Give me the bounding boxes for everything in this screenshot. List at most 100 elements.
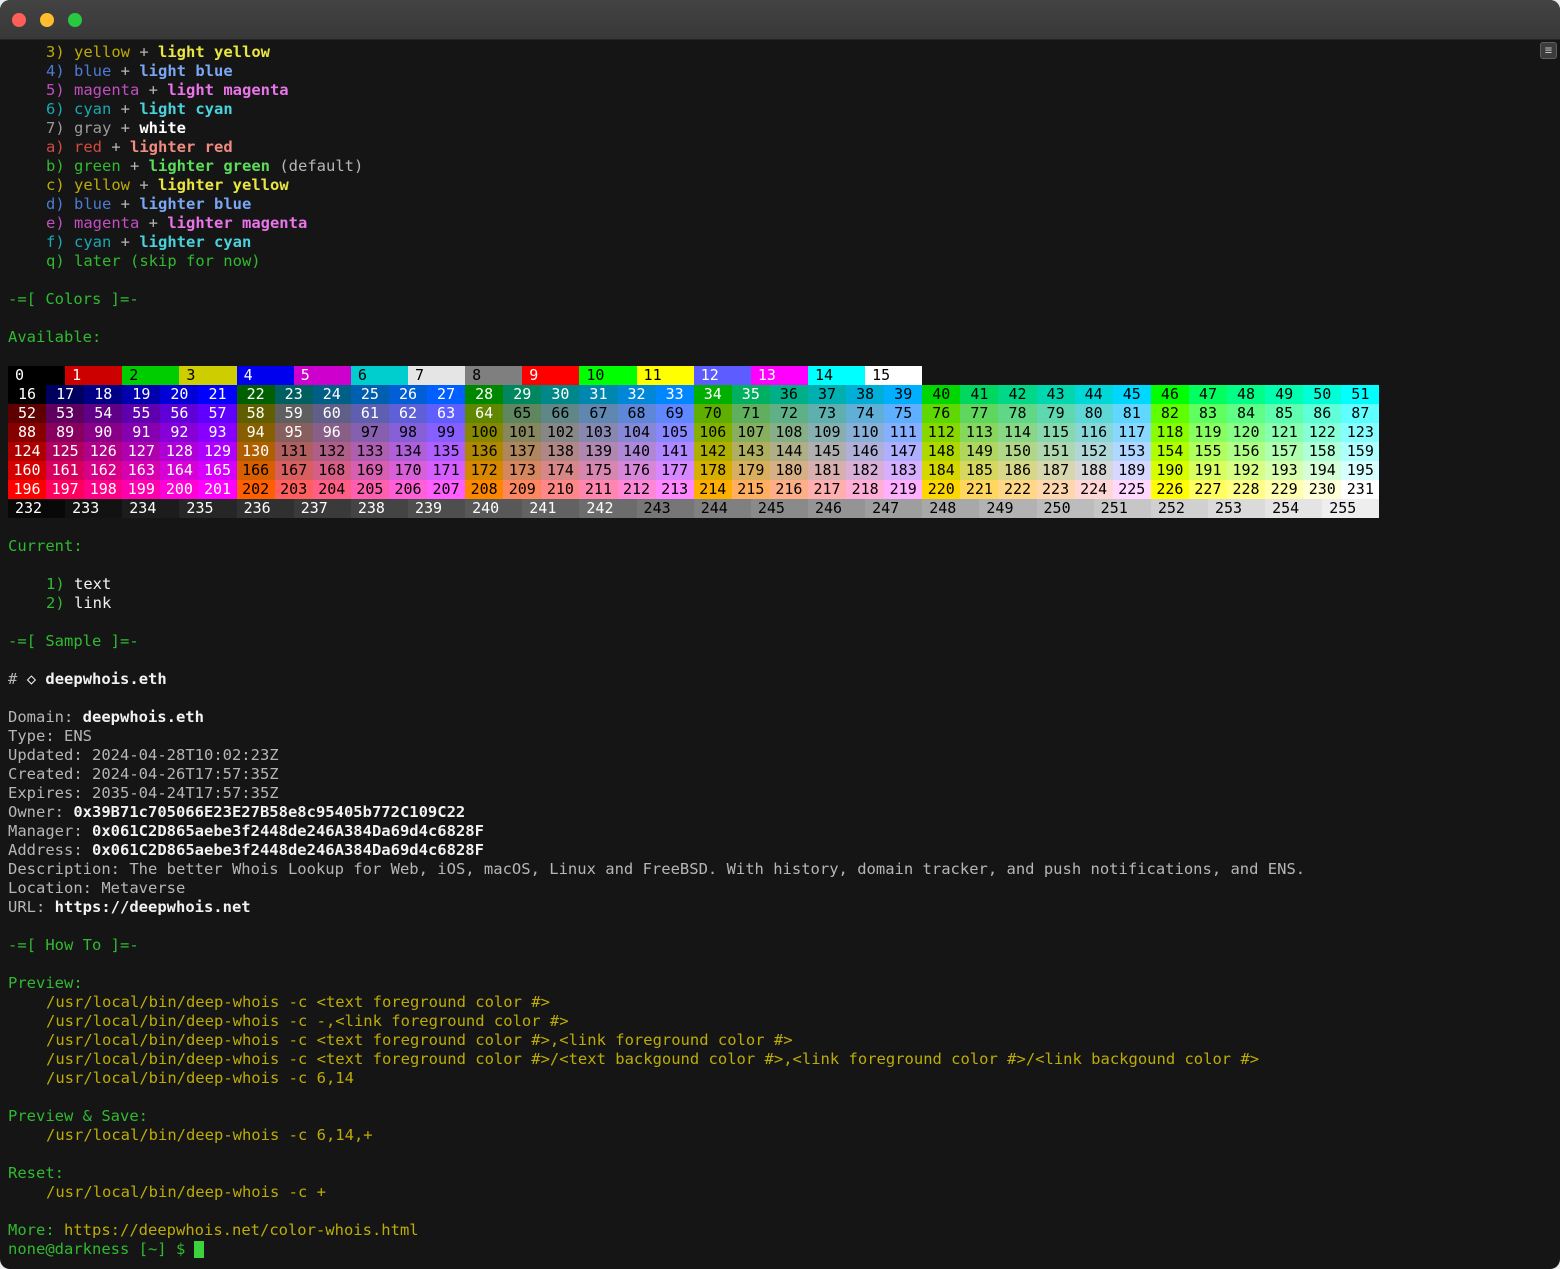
- whois-field-created: Created: 2024-04-26T17:57:35Z: [8, 765, 1552, 784]
- palette-cell-249: 249: [979, 499, 1036, 518]
- palette-cell-25: 25: [351, 385, 389, 404]
- menu-item-a: a) red + lighter red: [8, 138, 1552, 157]
- palette-cell-161: 161: [46, 461, 84, 480]
- palette-cell-185: 185: [960, 461, 998, 480]
- palette-cell-220: 220: [922, 480, 960, 499]
- palette-cell-19: 19: [122, 385, 160, 404]
- palette-cell-37: 37: [808, 385, 846, 404]
- blank-line: [8, 1088, 1552, 1107]
- palette-cell-198: 198: [84, 480, 122, 499]
- palette-cell-200: 200: [160, 480, 198, 499]
- whois-field-location: Location: Metaverse: [8, 879, 1552, 898]
- palette-cell-56: 56: [160, 404, 198, 423]
- terminal-window: ≡ 3) yellow + light yellow4) blue + ligh…: [0, 0, 1560, 1269]
- palette-cell-79: 79: [1037, 404, 1075, 423]
- section-header-howto: -=[ How To ]=-: [8, 936, 1552, 955]
- palette-cell-131: 131: [275, 442, 313, 461]
- palette-cell-169: 169: [351, 461, 389, 480]
- palette-cell-63: 63: [427, 404, 465, 423]
- palette-cell-15: 15: [865, 366, 922, 385]
- blank-line: [8, 271, 1552, 290]
- current-options: 1) text2) link: [8, 575, 1552, 613]
- more-url[interactable]: https://deepwhois.net/color-whois.html: [64, 1221, 419, 1239]
- palette-cell-39: 39: [884, 385, 922, 404]
- palette-cell-203: 203: [275, 480, 313, 499]
- terminal-content[interactable]: 3) yellow + light yellow4) blue + light …: [0, 40, 1560, 1259]
- whois-field-updated: Updated: 2024-04-28T10:02:23Z: [8, 746, 1552, 765]
- palette-cell-102: 102: [541, 423, 579, 442]
- palette-cell-143: 143: [732, 442, 770, 461]
- palette-cell-152: 152: [1075, 442, 1113, 461]
- palette-cell-195: 195: [1341, 461, 1379, 480]
- palette-cell-93: 93: [198, 423, 236, 442]
- palette-cell-65: 65: [503, 404, 541, 423]
- palette-cell-224: 224: [1075, 480, 1113, 499]
- palette-cell-8: 8: [465, 366, 522, 385]
- palette-cell-52: 52: [8, 404, 46, 423]
- palette-cell-34: 34: [694, 385, 732, 404]
- palette-cell-136: 136: [465, 442, 503, 461]
- minimize-button[interactable]: [40, 13, 54, 27]
- titlebar[interactable]: [0, 0, 1560, 40]
- palette-cell-68: 68: [618, 404, 656, 423]
- palette-cell-149: 149: [960, 442, 998, 461]
- palette-cell-116: 116: [1075, 423, 1113, 442]
- whois-field-type: Type: ENS: [8, 727, 1552, 746]
- palette-cell-107: 107: [732, 423, 770, 442]
- available-label: Available:: [8, 328, 1552, 347]
- palette-cell-173: 173: [503, 461, 541, 480]
- palette-cell-227: 227: [1189, 480, 1227, 499]
- palette-cell-171: 171: [427, 461, 465, 480]
- close-button[interactable]: [12, 13, 26, 27]
- palette-cell-181: 181: [808, 461, 846, 480]
- palette-row: 5253545556575859606162636465666768697071…: [8, 404, 1552, 423]
- palette-cell-202: 202: [237, 480, 275, 499]
- palette-cell-42: 42: [998, 385, 1036, 404]
- palette-cell-255: 255: [1322, 499, 1379, 518]
- palette-cell-14: 14: [808, 366, 865, 385]
- blank-line: [8, 689, 1552, 708]
- palette-cell-103: 103: [579, 423, 617, 442]
- current-label: Current:: [8, 537, 1552, 556]
- palette-cell-82: 82: [1151, 404, 1189, 423]
- palette-cell-99: 99: [427, 423, 465, 442]
- current-option-link: 2) link: [8, 594, 1552, 613]
- palette-cell-13: 13: [751, 366, 808, 385]
- palette-cell-175: 175: [579, 461, 617, 480]
- palette-cell-234: 234: [122, 499, 179, 518]
- palette-cell-164: 164: [160, 461, 198, 480]
- palette-cell-250: 250: [1037, 499, 1094, 518]
- palette-cell-121: 121: [1265, 423, 1303, 442]
- palette-cell-66: 66: [541, 404, 579, 423]
- palette-cell-76: 76: [922, 404, 960, 423]
- palette-cell-148: 148: [922, 442, 960, 461]
- palette-cell-6: 6: [351, 366, 408, 385]
- palette-cell-218: 218: [846, 480, 884, 499]
- preview-command-2: /usr/local/bin/deep-whois -c -,<link for…: [8, 1012, 1552, 1031]
- palette-cell-230: 230: [1303, 480, 1341, 499]
- palette-cell-22: 22: [237, 385, 275, 404]
- whois-fields: Domain: deepwhois.ethType: ENSUpdated: 2…: [8, 708, 1552, 917]
- palette-cell-26: 26: [389, 385, 427, 404]
- palette-cell-183: 183: [884, 461, 922, 480]
- preview-label: Preview:: [8, 974, 1552, 993]
- zoom-button[interactable]: [68, 13, 82, 27]
- palette-cell-100: 100: [465, 423, 503, 442]
- scrollback-menu-icon[interactable]: ≡: [1540, 42, 1557, 59]
- palette-cell-88: 88: [8, 423, 46, 442]
- palette-row: 2322332342352362372382392402412422432442…: [8, 499, 1552, 518]
- current-option-text: 1) text: [8, 575, 1552, 594]
- menu-item-c: c) yellow + lighter yellow: [8, 176, 1552, 195]
- palette-cell-27: 27: [427, 385, 465, 404]
- palette-cell-74: 74: [846, 404, 884, 423]
- blank-line: [8, 613, 1552, 632]
- prompt-line[interactable]: none@darkness [~] $: [8, 1240, 1552, 1259]
- palette-cell-144: 144: [770, 442, 808, 461]
- palette-cell-214: 214: [694, 480, 732, 499]
- palette-cell-210: 210: [541, 480, 579, 499]
- palette-cell-72: 72: [770, 404, 808, 423]
- palette-cell-188: 188: [1075, 461, 1113, 480]
- palette-cell-139: 139: [579, 442, 617, 461]
- menu-item-5: 5) magenta + light magenta: [8, 81, 1552, 100]
- palette-cell-58: 58: [237, 404, 275, 423]
